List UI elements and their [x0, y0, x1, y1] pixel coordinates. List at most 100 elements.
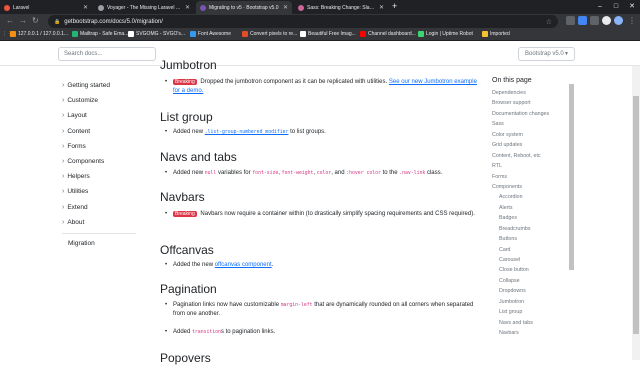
toc-link[interactable]: Jumbotron — [492, 297, 582, 307]
sidebar-item-forms[interactable]: › Forms — [62, 139, 142, 154]
tab-label: Laravel — [13, 4, 30, 11]
close-tab-icon[interactable]: ✕ — [185, 4, 190, 11]
bookmark-icon — [72, 31, 78, 37]
heading-list-group: List group — [160, 110, 213, 124]
bookmark-icon — [360, 31, 366, 37]
sidebar-item-about[interactable]: › About — [62, 215, 142, 230]
reload-icon[interactable]: ↻ — [32, 16, 39, 25]
url-field[interactable]: 🔒 getbootstrap.com/docs/5.0/migration/ ☆ — [48, 15, 558, 28]
chevron-right-icon: › — [62, 82, 65, 90]
toc-link[interactable]: Dropdowns — [492, 286, 582, 296]
bookmark-item[interactable]: Font Awesome — [190, 31, 231, 37]
bookmark-item[interactable]: Convert pixels to re... — [242, 31, 297, 37]
chevron-right-icon: › — [62, 173, 65, 181]
sidebar-item-extend[interactable]: › Extend — [62, 200, 142, 215]
window-controls: – □ ✕ — [592, 0, 640, 14]
bookmark-icon — [10, 31, 16, 37]
bookmark-item[interactable]: Mailtrap - Safe Ema... — [72, 31, 128, 37]
toc-title: On this page — [492, 77, 532, 84]
search-input[interactable]: Search docs... — [58, 47, 156, 61]
version-dropdown[interactable]: Bootstrap v5.0 ▼ — [518, 47, 575, 61]
chevron-right-icon: › — [62, 127, 65, 135]
chevron-right-icon: › — [62, 158, 65, 166]
close-tab-icon[interactable]: ✕ — [379, 4, 384, 11]
favicon-icon — [200, 4, 206, 11]
bookmark-icon — [190, 31, 196, 37]
chevron-right-icon: › — [62, 218, 65, 226]
toc-link[interactable]: Collapse — [492, 276, 582, 286]
docs-subheader: Search docs... Bootstrap v5.0 ▼ — [0, 41, 640, 66]
browser-tab[interactable]: Voyager - The Missing Laravel Adm ✕ — [94, 1, 194, 14]
close-window-icon[interactable]: ✕ — [624, 0, 640, 14]
tab-label: Migrating to v5 · Bootstrap v5.0 — [209, 4, 279, 11]
extension-icon[interactable] — [590, 16, 599, 25]
breaking-badge: Breaking — [173, 211, 197, 217]
close-tab-icon[interactable]: ✕ — [83, 4, 88, 11]
lock-icon: 🔒 — [54, 18, 61, 25]
toc-link[interactable]: List group — [492, 307, 582, 317]
browser-tab-strip: Laravel ✕ Voyager - The Missing Laravel Ad… — [0, 0, 640, 14]
chevron-right-icon: › — [62, 112, 65, 120]
heading-pagination: Pagination — [160, 282, 217, 296]
browser-tab[interactable]: Sass: Breaking Change: Slash as D✕ — [294, 1, 388, 14]
breaking-badge: Breaking — [173, 79, 197, 85]
bookmark-item[interactable]: Imported — [482, 31, 510, 37]
sidebar-item-getting-started[interactable]: › Getting started — [62, 78, 142, 93]
offcanvas-component-link[interactable]: offcanvas component — [215, 262, 272, 268]
favicon-icon — [98, 4, 104, 11]
avatar[interactable] — [614, 16, 623, 25]
sidebar-item-helpers[interactable]: › Helpers — [62, 169, 142, 184]
puzzle-icon[interactable] — [602, 16, 611, 25]
browser-tab[interactable]: Laravel ✕ — [0, 1, 92, 14]
back-icon[interactable]: ← — [6, 16, 14, 25]
tab-label: Voyager - The Missing Laravel Adm — [107, 4, 182, 11]
url-text: getbootstrap.com/docs/5.0/migration/ — [64, 18, 163, 25]
sidebar-item-components[interactable]: › Components — [62, 154, 142, 169]
chevron-right-icon: › — [62, 203, 65, 211]
chevron-down-icon: ▼ — [564, 51, 569, 57]
menu-icon[interactable]: ⋮ — [628, 16, 636, 25]
star-icon[interactable]: ☆ — [546, 18, 552, 26]
tab-label: Sass: Breaking Change: Slash as D — [307, 4, 376, 11]
bookmark-item[interactable]: 127.0.0.1 / 127.0.0.1... — [10, 31, 68, 37]
bookmark-item[interactable]: Beautiful Free Imag... — [300, 31, 356, 37]
chevron-right-icon: › — [62, 142, 65, 150]
sidebar-item-utilities[interactable]: › Utilities — [62, 184, 142, 199]
docs-sidebar: › Getting started › Customize › Layout › Conten… — [62, 78, 142, 247]
close-tab-icon[interactable]: ✕ — [283, 4, 288, 11]
bookmark-item[interactable]: Login | Uptime Robot — [418, 31, 473, 37]
heading-navbars: Navbars — [160, 190, 205, 204]
new-tab-button[interactable]: + — [392, 1, 397, 11]
bookmark-icon — [300, 31, 306, 37]
favicon-icon — [4, 4, 10, 11]
forward-icon[interactable]: → — [19, 16, 27, 25]
bookmark-icon — [418, 31, 424, 37]
bookmark-item[interactable]: Channel dashboard... — [360, 31, 416, 37]
minimize-icon[interactable]: – — [592, 0, 608, 14]
page-scrollbar[interactable] — [632, 66, 640, 360]
list-group-numbered-link[interactable]: .list-group-numbered modifier — [205, 130, 289, 135]
toc-link[interactable]: Navs and tabs — [492, 318, 582, 328]
sidebar-item-migration[interactable]: Migration — [68, 240, 142, 247]
heading-offcanvas: Offcanvas — [160, 243, 214, 257]
chevron-right-icon: › — [62, 97, 65, 105]
address-bar-row: ← → ↻ 🔒 getbootstrap.com/docs/5.0/migrat… — [0, 14, 640, 29]
sidebar-item-layout[interactable]: › Layout — [62, 108, 142, 123]
toc-link[interactable]: Navbars — [492, 328, 582, 338]
heading-navs-tabs: Navs and tabs — [160, 150, 237, 164]
maximize-icon[interactable]: □ — [608, 0, 624, 14]
favicon-icon — [298, 4, 304, 11]
bookmark-icon — [128, 31, 134, 37]
heading-jumbotron: Jumbotron — [160, 58, 217, 72]
sidebar-item-content[interactable]: › Content — [62, 124, 142, 139]
chevron-right-icon: › — [62, 188, 65, 196]
version-label: Bootstrap v5.0 — [525, 51, 564, 57]
extension-icon[interactable] — [578, 16, 587, 25]
sidebar-item-customize[interactable]: › Customize — [62, 93, 142, 108]
toc-scrollbar[interactable] — [569, 84, 574, 270]
bookmark-item[interactable]: SVGOMG - SVGO's... — [128, 31, 185, 37]
browser-tab[interactable]: Migrating to v5 · Bootstrap v5.0 ✕ — [196, 1, 292, 14]
extension-icon[interactable] — [566, 16, 575, 25]
bookmarks-bar: ⋮⋮⋮ 127.0.0.1 / 127.0.0.1...Mailtrap - S… — [0, 29, 640, 41]
bookmark-icon — [242, 31, 248, 37]
